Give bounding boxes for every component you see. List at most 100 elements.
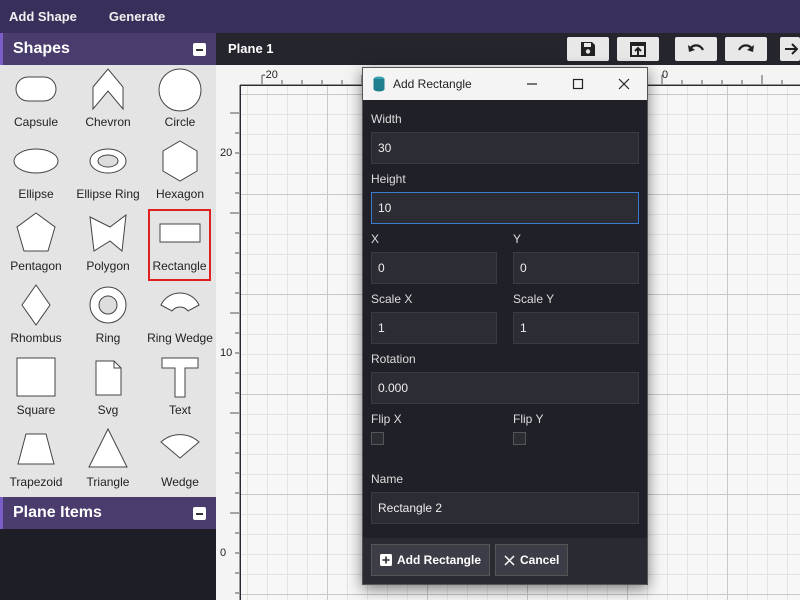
name-input[interactable] <box>371 492 639 524</box>
arrow-right-icon <box>785 43 798 55</box>
forward-button[interactable] <box>780 37 800 61</box>
triangle-icon <box>88 427 128 468</box>
plus-box-icon <box>380 554 392 566</box>
plane-items-header[interactable]: Plane Items <box>0 497 216 529</box>
wedge-icon <box>160 434 200 459</box>
shape-text[interactable]: Text <box>144 353 216 425</box>
minimize-button[interactable] <box>509 68 555 100</box>
ellipse-icon <box>13 148 59 174</box>
shape-svg[interactable]: Svg <box>72 353 144 425</box>
trapezoid-icon <box>17 433 55 465</box>
scale-y-input[interactable] <box>513 312 639 344</box>
close-button[interactable] <box>601 68 647 100</box>
menu-bar: Add Shape Generate <box>0 0 800 33</box>
shape-trapezoid[interactable]: Trapezoid <box>0 425 72 497</box>
close-icon <box>504 554 515 566</box>
shape-label: Circle <box>164 115 196 129</box>
shape-ellipse-ring[interactable]: Ellipse Ring <box>72 137 144 209</box>
plane-items-list <box>0 529 216 600</box>
dialog-titlebar[interactable]: Add Rectangle <box>363 68 647 100</box>
name-label: Name <box>371 472 404 486</box>
width-label: Width <box>371 112 402 126</box>
shape-pentagon[interactable]: Pentagon <box>0 209 72 281</box>
shape-label: Rhombus <box>10 331 62 345</box>
flip-y-label: Flip Y <box>513 412 544 426</box>
pentagon-icon <box>16 212 56 252</box>
export-icon <box>630 42 646 57</box>
shape-grid: Capsule Chevron Circle Ellipse Ellipse R… <box>0 65 216 497</box>
redo-icon <box>738 44 754 52</box>
ruler-left-label: 10 <box>220 347 233 359</box>
shape-chevron[interactable]: Chevron <box>72 65 144 137</box>
shape-ring-wedge[interactable]: Ring Wedge <box>144 281 216 353</box>
shape-hexagon[interactable]: Hexagon <box>144 137 216 209</box>
shape-label: Ellipse <box>18 187 54 201</box>
shape-square[interactable]: Square <box>0 353 72 425</box>
undo-button[interactable] <box>675 37 717 61</box>
shape-label: Chevron <box>85 115 131 129</box>
square-icon <box>16 357 56 397</box>
shapes-panel-header[interactable]: Shapes <box>0 33 216 65</box>
shape-ellipse[interactable]: Ellipse <box>0 137 72 209</box>
shape-label: Rectangle <box>152 259 207 273</box>
dialog-title: Add Rectangle <box>393 77 472 91</box>
rotation-input[interactable] <box>371 372 639 404</box>
shapes-panel-title: Shapes <box>13 40 70 57</box>
maximize-icon <box>572 78 584 90</box>
shape-wedge[interactable]: Wedge <box>144 425 216 497</box>
collapse-plane-items-button[interactable] <box>193 506 206 520</box>
height-label: Height <box>371 172 406 186</box>
shape-label: Trapezoid <box>9 475 63 489</box>
x-label: X <box>371 232 380 246</box>
redo-button[interactable] <box>725 37 767 61</box>
width-input[interactable] <box>371 132 639 164</box>
height-input[interactable] <box>371 192 639 224</box>
close-icon <box>618 78 630 90</box>
shape-polygon[interactable]: Polygon <box>72 209 144 281</box>
flip-x-label: Flip X <box>371 412 402 426</box>
shape-rhombus[interactable]: Rhombus <box>0 281 72 353</box>
ruler-left-ticks <box>230 112 239 594</box>
minimize-icon <box>527 83 537 85</box>
shape-label: Square <box>16 403 56 417</box>
ring-icon <box>89 286 127 324</box>
flip-x-checkbox[interactable] <box>371 432 384 445</box>
add-rectangle-dialog: Add Rectangle Width Height X Y Scale X S… <box>362 67 648 585</box>
save-button[interactable] <box>567 37 609 61</box>
save-icon <box>581 42 595 56</box>
chevron-icon <box>92 68 124 111</box>
shape-label: Svg <box>97 403 119 417</box>
shape-triangle[interactable]: Triangle <box>72 425 144 497</box>
tab-plane-1[interactable]: Plane 1 <box>228 33 274 65</box>
shape-capsule[interactable]: Capsule <box>0 65 72 137</box>
shape-label: Triangle <box>86 475 130 489</box>
add-rectangle-button[interactable]: Add Rectangle <box>371 544 491 576</box>
shape-rectangle[interactable]: Rectangle <box>148 209 211 281</box>
scale-x-input[interactable] <box>371 312 497 344</box>
circle-icon <box>158 68 202 112</box>
collapse-shapes-button[interactable] <box>193 42 206 56</box>
ruler-corner <box>216 65 240 85</box>
rotation-label: Rotation <box>371 352 416 366</box>
text-icon <box>161 357 199 398</box>
shape-ring[interactable]: Ring <box>72 281 144 353</box>
maximize-button[interactable] <box>555 68 601 100</box>
shape-label: Wedge <box>161 475 199 489</box>
canvas-toolbar: Plane 1 <box>216 33 800 65</box>
menu-generate[interactable]: Generate <box>100 0 174 33</box>
ruler-top-label: -20 <box>262 69 278 81</box>
polygon-icon <box>89 213 127 252</box>
flip-y-checkbox[interactable] <box>513 432 526 445</box>
x-input[interactable] <box>371 252 497 284</box>
app-icon <box>373 76 385 92</box>
menu-add-shape[interactable]: Add Shape <box>0 0 86 33</box>
dialog-footer: Add Rectangle Cancel <box>363 538 647 584</box>
shape-label: Ring Wedge <box>147 331 213 345</box>
cancel-button[interactable]: Cancel <box>495 544 569 576</box>
y-input[interactable] <box>513 252 639 284</box>
ruler-left-label: 20 <box>220 147 233 159</box>
shape-label: Pentagon <box>10 259 62 273</box>
export-button[interactable] <box>617 37 659 61</box>
shape-circle[interactable]: Circle <box>144 65 216 137</box>
ellipse-ring-icon <box>89 148 127 174</box>
